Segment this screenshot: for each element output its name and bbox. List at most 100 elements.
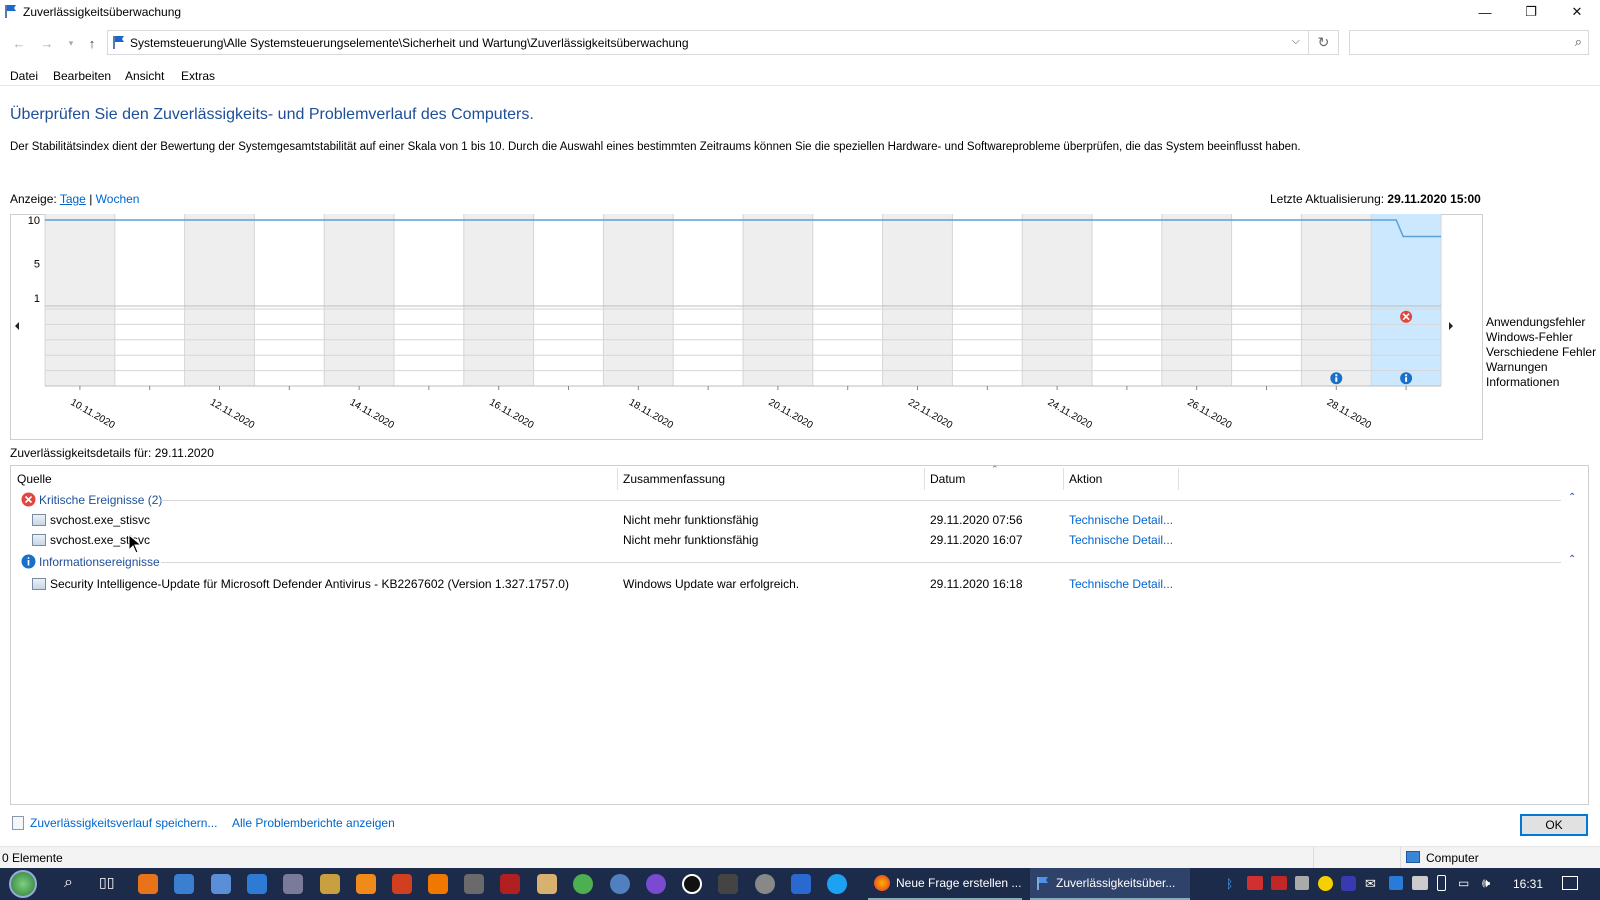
refresh-icon: ↻: [1317, 34, 1330, 50]
technical-details-link[interactable]: Technische Detail...: [1069, 533, 1173, 547]
collapse-icon[interactable]: ⌃: [1568, 554, 1576, 565]
app-icon-black[interactable]: [682, 874, 702, 894]
address-path: Systemsteuerung\Alle Systemsteuerungsele…: [130, 36, 689, 50]
app-icon-puzzle[interactable]: [718, 874, 738, 894]
forward-icon[interactable]: →: [38, 34, 56, 52]
bluetooth-icon[interactable]: ᛒ: [1226, 877, 1233, 891]
x-tick-label: 22.11.2020: [906, 397, 955, 431]
x-tick-label: 18.11.2020: [627, 397, 676, 431]
up-icon[interactable]: ↑: [83, 34, 101, 52]
task-view-icon[interactable]: ▯▯: [99, 874, 114, 891]
camera-icon[interactable]: [464, 874, 484, 894]
table-row[interactable]: svchost.exe_stisvc Nicht mehr funktionsf…: [11, 510, 1588, 530]
taskbar-task-reliability[interactable]: Zuverlässigkeitsüber...: [1030, 868, 1190, 900]
menu-datei[interactable]: Datei: [10, 69, 38, 83]
notification-icon[interactable]: [1562, 876, 1578, 890]
column-action[interactable]: Aktion: [1069, 472, 1102, 486]
address-input[interactable]: Systemsteuerung\Alle Systemsteuerungsele…: [107, 30, 1309, 55]
window-title: Zuverlässigkeitsüberwachung: [23, 5, 182, 19]
tray-icon-stripes[interactable]: [1271, 876, 1287, 890]
menu-bearbeiten[interactable]: Bearbeiten: [53, 69, 111, 83]
app-icon-archive[interactable]: [320, 874, 340, 894]
column-divider: [924, 468, 925, 490]
app-icon-search[interactable]: [138, 874, 158, 894]
technical-details-link[interactable]: Technische Detail...: [1069, 577, 1173, 591]
restore-button[interactable]: ❐: [1508, 0, 1554, 24]
app-icon-disk[interactable]: [755, 874, 775, 894]
ok-button[interactable]: OK: [1520, 814, 1588, 836]
y-tick-label: 5: [34, 258, 40, 270]
technical-details-link[interactable]: Technische Detail...: [1069, 513, 1173, 527]
search-input[interactable]: ⌕: [1349, 30, 1589, 55]
save-history-link[interactable]: Zuverlässigkeitsverlauf speichern...: [30, 816, 217, 830]
minimize-button[interactable]: —: [1462, 0, 1508, 24]
column-source[interactable]: Quelle: [17, 472, 52, 486]
app-icon-purple[interactable]: [646, 874, 666, 894]
scroll-left-icon[interactable]: [15, 322, 19, 330]
wifi-icon[interactable]: ▭: [1458, 876, 1469, 890]
refresh-button[interactable]: ↻: [1309, 30, 1339, 55]
taskbar-task-firefox[interactable]: Neue Frage erstellen ...: [868, 868, 1022, 900]
search-icon[interactable]: ⌕: [64, 874, 73, 892]
y-tick-label: 10: [28, 215, 40, 227]
skype-icon[interactable]: [827, 874, 847, 894]
status-divider: [1400, 847, 1401, 869]
table-row[interactable]: svchost.exe_stisvc Nicht mehr funktionsf…: [11, 530, 1588, 550]
view-weeks-link[interactable]: Wochen: [96, 192, 140, 206]
row-source: Security Intelligence-Update für Microso…: [50, 577, 569, 591]
column-summary[interactable]: Zusammenfassung: [623, 472, 725, 486]
chart-column: [533, 214, 604, 386]
shield-icon[interactable]: [1389, 876, 1403, 890]
tray-icon-smiley[interactable]: [1318, 876, 1333, 891]
tray-icon-network[interactable]: [1412, 876, 1428, 890]
app-icon-edge[interactable]: [247, 874, 267, 894]
app-icon-tools[interactable]: [537, 874, 557, 894]
menu-extras[interactable]: Extras: [181, 69, 215, 83]
app-icon-blue[interactable]: [791, 874, 811, 894]
clock[interactable]: 16:31: [1513, 877, 1543, 891]
tray-icon-blue[interactable]: [1341, 876, 1356, 891]
last-update-value: 29.11.2020 15:00: [1387, 192, 1481, 206]
menu-ansicht[interactable]: Ansicht: [125, 69, 164, 83]
group-critical-events[interactable]: Kritische Ereignisse (2): [39, 493, 162, 507]
all-reports-link[interactable]: Alle Problemberichte anzeigen: [232, 816, 395, 830]
info-event-marker[interactable]: [1330, 372, 1343, 385]
x-tick-label: 26.11.2020: [1185, 397, 1234, 431]
app-icon-media[interactable]: [356, 874, 376, 894]
app-icon-green[interactable]: [573, 874, 593, 894]
legend-warnings: Warnungen: [1486, 360, 1548, 374]
tray-icon-red[interactable]: [1247, 876, 1263, 890]
chart-column: [1301, 214, 1372, 386]
collapse-icon[interactable]: ⌃: [1568, 492, 1576, 503]
chart-column: [1161, 214, 1232, 386]
volume-icon[interactable]: 🕪: [1482, 875, 1490, 891]
start-button[interactable]: [9, 870, 37, 898]
vlc-icon[interactable]: [428, 874, 448, 894]
back-icon[interactable]: ←: [10, 34, 28, 52]
app-icon-tool2[interactable]: [392, 874, 412, 894]
usb-icon[interactable]: [1437, 875, 1446, 891]
app-icon-store[interactable]: [283, 874, 303, 894]
mail-icon[interactable]: ✉: [1365, 876, 1376, 892]
close-button[interactable]: ✕: [1554, 0, 1600, 24]
info-event-marker[interactable]: [1400, 372, 1413, 385]
row-date: 29.11.2020 07:56: [930, 513, 1023, 527]
tray-icon-pen[interactable]: [1295, 876, 1309, 890]
app-icon-tool[interactable]: [211, 874, 231, 894]
app-icon-red[interactable]: [500, 874, 520, 894]
app-icon-globe[interactable]: [610, 874, 630, 894]
status-bar: 0 Elemente Computer: [0, 846, 1600, 869]
scroll-right-icon[interactable]: [1449, 322, 1453, 330]
view-days-link[interactable]: Tage: [60, 192, 86, 206]
error-event-marker[interactable]: [1400, 310, 1413, 323]
stability-chart-svg[interactable]: 10 5 1 10.11.2020 12.11.2020 14.11.2020 16.11.…: [10, 214, 1483, 440]
column-date[interactable]: Datum: [930, 472, 965, 486]
app-icon-explorer[interactable]: [174, 874, 194, 894]
column-divider: [1178, 468, 1179, 490]
recent-chevron-icon[interactable]: ▾: [62, 34, 80, 52]
chevron-down-icon[interactable]: ⌵: [1292, 35, 1300, 48]
table-row[interactable]: Security Intelligence-Update für Microso…: [11, 574, 1588, 594]
last-update: Letzte Aktualisierung: 29.11.2020 15:00: [1270, 192, 1481, 206]
group-info-events[interactable]: Informationsereignisse: [39, 555, 160, 569]
chart-column: [812, 214, 883, 386]
